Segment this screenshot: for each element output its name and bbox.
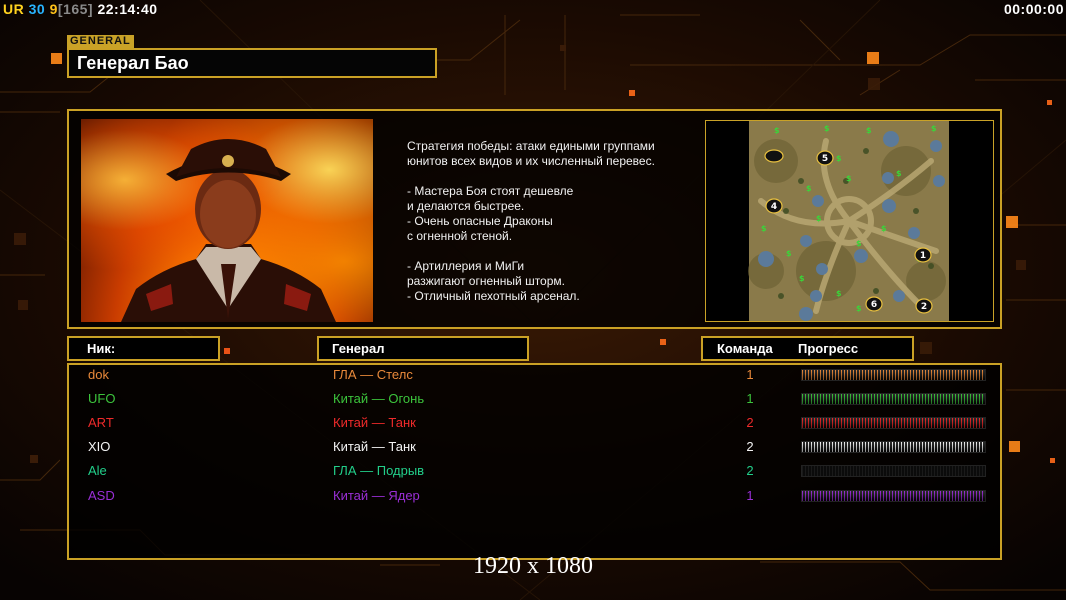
spawn-label: 6	[871, 300, 877, 310]
player-team: 2	[746, 463, 754, 479]
player-row: ASD Китай — Ядер 1	[69, 486, 1000, 506]
column-header-team-label: Команда	[717, 341, 773, 356]
progress-bar	[801, 465, 986, 478]
description-line: - Отличный пехотный арсенал.	[407, 289, 580, 303]
player-row: dok ГЛА — Стелс 1	[69, 365, 1000, 385]
player-team: 2	[746, 439, 754, 455]
svg-text:$: $	[774, 126, 780, 135]
player-row: Ale ГЛА — Подрыв 2	[69, 461, 1000, 481]
general-description: Стратегия победы: атаки едиными группами…	[407, 139, 697, 304]
svg-text:$: $	[799, 274, 805, 283]
player-general: ГЛА — Стелс	[333, 367, 413, 382]
general-tag: GENERAL	[67, 35, 134, 48]
progress-fill	[802, 394, 985, 405]
svg-text:$: $	[846, 174, 852, 183]
svg-text:$: $	[786, 249, 792, 258]
player-nick: ART	[88, 415, 114, 431]
hud-clock: 22:14:40	[97, 1, 158, 17]
svg-text:$: $	[761, 224, 767, 233]
description-line: юнитов всех видов и их численный перевес…	[407, 154, 655, 168]
description-line: - Артиллерия и МиГи	[407, 259, 525, 273]
player-general: Китай — Танк	[333, 415, 416, 431]
timer-value: 00:00:00	[1003, 1, 1064, 17]
map-preview: $$$ $$$ $$$ $$$ $$$ $$$ 5 4 1 6 2	[705, 120, 994, 322]
status-hud: UR 30 9[165] 22:14:40	[3, 1, 158, 17]
spawn-label: 4	[771, 202, 777, 212]
description-line: - Очень опасные Драконы	[407, 214, 553, 228]
player-general: Китай — Ядер	[333, 487, 420, 503]
column-header-nick: Ник:	[67, 336, 220, 361]
svg-text:$: $	[816, 214, 822, 223]
column-header-general-label: Генерал	[332, 341, 385, 356]
column-header-team-progress: Команда Прогресс	[701, 336, 914, 361]
player-nick: Ale	[88, 463, 107, 479]
progress-bar	[801, 369, 986, 381]
svg-text:$: $	[836, 154, 842, 163]
player-general: Китай — Огонь	[333, 391, 425, 407]
svg-text:$: $	[866, 126, 872, 135]
progress-fill	[802, 442, 985, 453]
description-line: разжигают огненный шторм.	[407, 274, 565, 288]
hud-num2: 9	[49, 1, 58, 17]
progress-fill	[802, 370, 985, 380]
description-line	[407, 244, 697, 259]
svg-text:$: $	[824, 124, 830, 133]
player-team: 1	[746, 391, 754, 407]
progress-bar	[801, 441, 986, 454]
player-general: ГЛА — Подрыв	[333, 463, 425, 479]
svg-text:$: $	[881, 224, 887, 233]
description-line: Стратегия победы: атаки едиными группами	[407, 139, 655, 153]
description-line	[407, 169, 697, 184]
progress-fill	[802, 418, 985, 429]
column-header-progress-label: Прогресс	[798, 341, 859, 356]
general-name-box: Генерал Бао	[67, 48, 437, 78]
general-portrait	[81, 119, 373, 322]
game-timer: 00:00:00	[1004, 1, 1064, 17]
player-team: 2	[746, 415, 754, 431]
hud-num1: 30	[28, 1, 46, 17]
svg-text:$: $	[896, 169, 902, 178]
progress-bar	[801, 489, 986, 502]
player-nick: UFO	[88, 391, 116, 407]
general-info-panel: Стратегия победы: атаки едиными группами…	[67, 109, 1002, 329]
progress-fill	[802, 490, 985, 501]
progress-bar	[801, 393, 986, 406]
player-team: 1	[746, 367, 754, 382]
player-team: 1	[746, 487, 754, 503]
description-line: с огненной стеной.	[407, 229, 513, 243]
player-row: ART Китай — Танк 2	[69, 413, 1000, 433]
player-row: UFO Китай — Огонь 1	[69, 389, 1000, 409]
player-table: dok ГЛА — Стелс 1 UFO Китай — Огонь 1 ART Китай…	[67, 363, 1002, 560]
description-line: и делаются быстрее.	[407, 199, 525, 213]
resolution-label: 1920 x 1080	[473, 553, 593, 579]
column-header-general: Генерал	[317, 336, 529, 361]
svg-text:$: $	[806, 184, 812, 193]
svg-text:$: $	[931, 124, 937, 133]
hud-ur: UR	[3, 1, 25, 17]
description-line: - Мастера Боя стоят дешевле	[407, 184, 574, 198]
player-nick: ASD	[88, 487, 115, 503]
general-name: Генерал Бао	[77, 53, 189, 73]
player-row: XIO Китай — Танк 2	[69, 437, 1000, 457]
svg-text:$: $	[836, 289, 842, 298]
svg-text:$: $	[856, 239, 862, 248]
hud-bracket: [165]	[57, 1, 94, 17]
svg-text:$: $	[856, 304, 862, 313]
player-nick: dok	[88, 367, 109, 382]
player-nick: XIO	[88, 439, 111, 455]
progress-bar	[801, 417, 986, 430]
spawn-label: 1	[920, 251, 926, 261]
spawn-label: 5	[822, 154, 828, 164]
player-general: Китай — Танк	[333, 439, 416, 455]
spawn-label: 2	[921, 302, 927, 312]
column-header-nick-label: Ник:	[87, 341, 116, 356]
